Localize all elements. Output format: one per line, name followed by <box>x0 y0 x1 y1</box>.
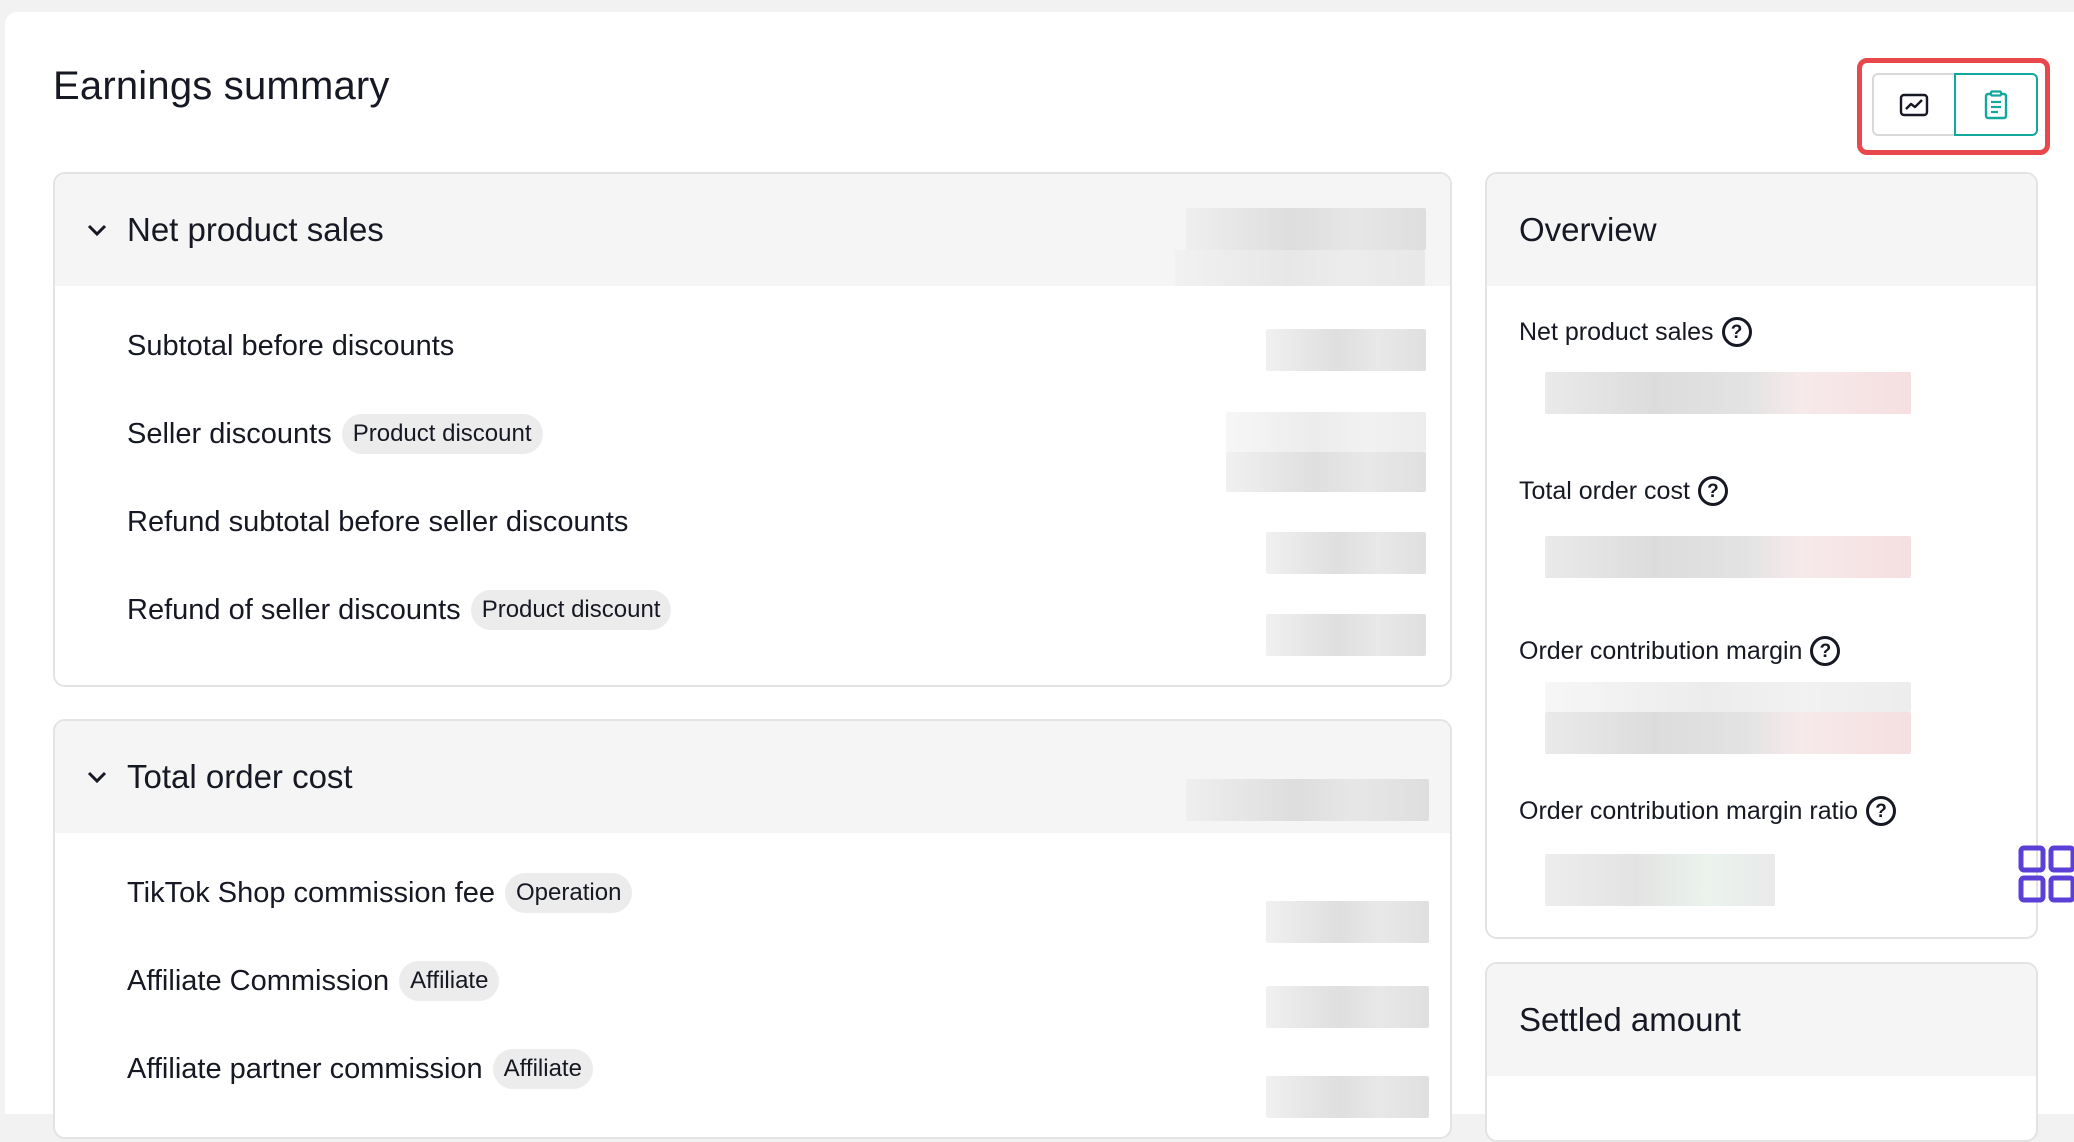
net-product-sales-amount-redacted <box>1186 208 1426 250</box>
row-label: Affiliate partner commission <box>127 1052 483 1085</box>
page-title: Earnings summary <box>53 64 390 108</box>
overview-card: Overview Net product sales ? Total order… <box>1485 172 2038 939</box>
row-label: Refund subtotal before seller discounts <box>127 505 629 538</box>
row-label: Affiliate Commission <box>127 964 390 997</box>
question-circle-icon[interactable]: ? <box>1810 636 1841 666</box>
category-tag: Affiliate <box>492 1049 593 1089</box>
category-tag: Product discount <box>470 590 672 630</box>
settled-amount-title: Settled amount <box>1519 1001 1741 1038</box>
total-order-cost-card: Total order cost TikTok Shop commission … <box>53 719 1452 1139</box>
total-order-cost-amount-redacted <box>1186 779 1429 821</box>
overview-value-redacted <box>1545 682 1911 712</box>
row-subtotal-before-discounts: Subtotal before discounts <box>127 324 454 368</box>
amount-redacted <box>1266 986 1429 1028</box>
row-refund-seller-discounts: Refund of seller discounts Product disco… <box>127 588 672 632</box>
row-label: Refund of seller discounts <box>127 593 461 626</box>
amount-redacted <box>1266 901 1429 943</box>
row-label: Subtotal before discounts <box>127 329 455 362</box>
row-label: Seller discounts <box>127 417 332 450</box>
overview-value-redacted <box>1545 372 1911 414</box>
overview-value-redacted <box>1545 854 1775 906</box>
question-circle-icon[interactable]: ? <box>1866 796 1897 826</box>
question-circle-icon[interactable]: ? <box>1721 317 1752 347</box>
category-tag: Affiliate <box>399 961 500 1001</box>
list-view-button[interactable] <box>1954 73 2038 136</box>
overview-label: Order contribution margin <box>1519 636 1803 665</box>
settled-amount-header: Settled amount <box>1487 964 2036 1076</box>
chart-view-button[interactable] <box>1872 73 1954 136</box>
overview-label: Net product sales <box>1519 317 1714 346</box>
overview-title: Overview <box>1519 211 1657 248</box>
document-list-icon <box>1984 89 2008 119</box>
category-tag: Operation <box>505 873 633 913</box>
question-circle-icon[interactable]: ? <box>1697 476 1728 506</box>
overview-margin-ratio: Order contribution margin ratio ? <box>1519 796 1897 826</box>
amount-redacted <box>1266 532 1426 574</box>
total-order-cost-header[interactable]: Total order cost <box>55 721 1450 833</box>
amount-redacted <box>1266 614 1426 656</box>
row-label: TikTok Shop commission fee <box>127 876 496 909</box>
view-toggle <box>1872 73 2038 136</box>
amount-redacted <box>1226 452 1426 492</box>
grid-apps-icon[interactable] <box>2018 845 2074 905</box>
overview-order-contribution-margin: Order contribution margin ? <box>1519 636 1841 666</box>
overview-value-redacted <box>1545 536 1911 578</box>
row-refund-subtotal: Refund subtotal before seller discounts <box>127 500 628 544</box>
overview-net-product-sales: Net product sales ? <box>1519 317 1752 347</box>
net-product-sales-card: Net product sales Subtotal before discou… <box>53 172 1452 687</box>
chevron-down-icon[interactable] <box>81 761 113 793</box>
overview-label: Total order cost <box>1519 476 1690 505</box>
chevron-down-icon[interactable] <box>81 214 113 246</box>
overview-total-order-cost: Total order cost ? <box>1519 476 1728 506</box>
net-product-sales-header[interactable]: Net product sales <box>55 174 1450 286</box>
total-order-cost-title: Total order cost <box>127 758 353 795</box>
amount-redacted <box>1266 329 1426 371</box>
redaction-shadow <box>1175 250 1425 286</box>
overview-value-redacted <box>1545 712 1911 754</box>
row-seller-discounts: Seller discounts Product discount <box>127 412 543 456</box>
amount-redacted <box>1226 412 1426 452</box>
overview-header: Overview <box>1487 174 2036 286</box>
overview-label: Order contribution margin ratio <box>1519 796 1859 825</box>
row-tiktok-commission: TikTok Shop commission fee Operation <box>127 871 633 915</box>
row-affiliate-partner-commission: Affiliate partner commission Affiliate <box>127 1047 593 1091</box>
earnings-page: Earnings summary Net product sales Subto… <box>5 12 2074 1142</box>
category-tag: Product discount <box>341 414 543 454</box>
amount-redacted <box>1266 1076 1429 1118</box>
net-product-sales-title: Net product sales <box>127 211 384 248</box>
row-affiliate-commission: Affiliate Commission Affiliate <box>127 959 500 1003</box>
settled-amount-card: Settled amount <box>1485 962 2038 1142</box>
line-chart-icon <box>1899 93 1929 116</box>
